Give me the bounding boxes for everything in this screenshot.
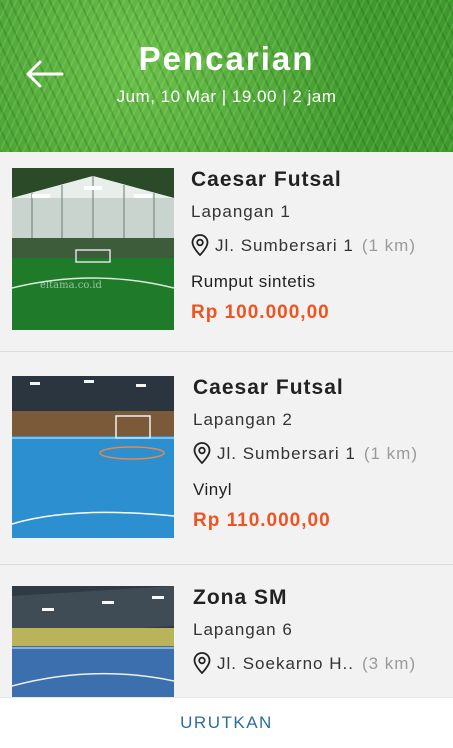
search-summary: Jum, 10 Mar | 19.00 | 2 jam bbox=[116, 87, 337, 106]
distance-text: (1 km) bbox=[361, 236, 416, 255]
result-card[interactable]: Caesar Futsal Lapangan 2 Jl. Sumbersari … bbox=[0, 352, 453, 565]
venue-photo: eltama.co.id bbox=[12, 168, 174, 330]
result-card[interactable]: Zona SM Lapangan 6 Jl. Soekarno H.. (3 k… bbox=[0, 565, 453, 697]
surface-type: Rumput sintetis bbox=[191, 272, 316, 291]
photo-watermark: eltama.co.id bbox=[40, 280, 102, 291]
page-title: Pencarian bbox=[138, 40, 315, 77]
venue-photo bbox=[12, 376, 174, 538]
location-pin-icon bbox=[193, 652, 211, 674]
header: Pencarian Jum, 10 Mar | 19.00 | 2 jam bbox=[0, 0, 453, 152]
location-pin-icon bbox=[193, 442, 211, 464]
venue-name: Caesar Futsal bbox=[191, 168, 342, 191]
address-text: Jl. Soekarno H.. bbox=[217, 654, 354, 673]
location-pin-icon bbox=[191, 234, 209, 256]
court-name: Lapangan 2 bbox=[193, 410, 293, 429]
address-text: Jl. Sumbersari 1 bbox=[215, 236, 354, 255]
bottom-bar: URUTKAN bbox=[0, 697, 453, 748]
court-name: Lapangan 1 bbox=[191, 202, 291, 221]
venue-name: Zona SM bbox=[193, 586, 288, 609]
address-row: Jl. Soekarno H.. (3 km) bbox=[193, 652, 443, 690]
address-row: Jl. Sumbersari 1 (1 km) bbox=[191, 234, 443, 272]
address-row: Jl. Sumbersari 1 (1 km) bbox=[193, 442, 443, 480]
surface-type: Vinyl bbox=[193, 480, 233, 499]
results-list[interactable]: eltama.co.id Caesar Futsal Lapangan 1 Jl… bbox=[0, 152, 453, 697]
venue-name: Caesar Futsal bbox=[193, 376, 344, 399]
venue-photo bbox=[12, 586, 174, 697]
sort-button[interactable]: URUTKAN bbox=[180, 698, 273, 748]
court-name: Lapangan 6 bbox=[193, 620, 293, 639]
distance-text: (3 km) bbox=[361, 654, 417, 673]
price: Rp 110.000,00 bbox=[193, 510, 331, 531]
address-text: Jl. Sumbersari 1 bbox=[217, 444, 356, 463]
distance-text: (1 km) bbox=[363, 444, 418, 463]
price: Rp 100.000,00 bbox=[191, 302, 330, 323]
result-card[interactable]: eltama.co.id Caesar Futsal Lapangan 1 Jl… bbox=[0, 152, 453, 352]
